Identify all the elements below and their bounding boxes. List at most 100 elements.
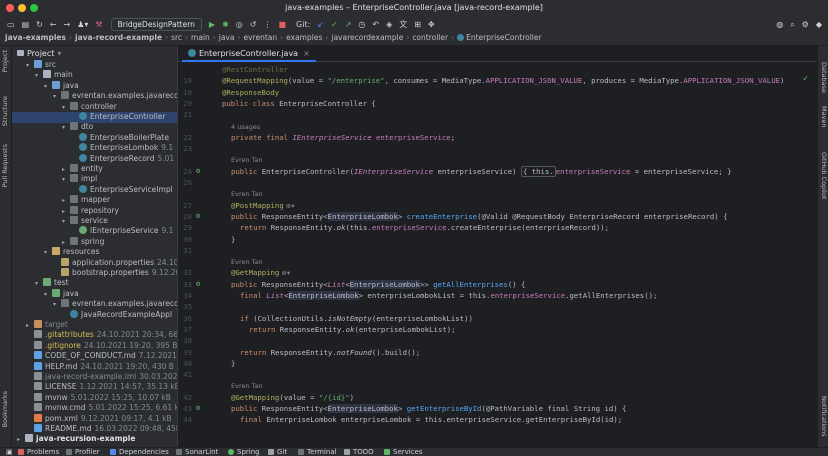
tree-item[interactable]: ▾ resources: [12, 247, 99, 258]
git-push-icon[interactable]: ↗: [345, 20, 352, 29]
spring-bean-gutter-icon[interactable]: ⚙: [196, 279, 200, 290]
breadcrumb-item[interactable]: controller: [412, 33, 448, 42]
code-line[interactable]: Evren Tan: [178, 154, 817, 165]
sync-icon[interactable]: ↻: [36, 20, 43, 29]
tree-item[interactable]: ▾ test: [12, 278, 68, 289]
spring-bean-gutter-icon[interactable]: ⚙: [196, 211, 200, 222]
breadcrumb-item[interactable]: main: [191, 33, 210, 42]
services-tab[interactable]: Services: [384, 448, 423, 456]
git-rollback-icon[interactable]: ↶: [372, 20, 379, 29]
breadcrumb-item[interactable]: java-examples: [5, 33, 66, 42]
tree-item[interactable]: CODE_OF_CONDUCT.md7.12.2021 1: [12, 351, 177, 362]
users-icon[interactable]: ♟▾: [77, 20, 88, 29]
tree-item[interactable]: ▾ java: [12, 80, 79, 92]
annotate-icon[interactable]: ◈: [386, 20, 392, 29]
code-line[interactable]: 43 ⚙ public ResponseEntity<EnterpriseLombo…: [178, 403, 817, 414]
profiler-tab[interactable]: Profiler: [66, 448, 100, 456]
code-line[interactable]: 22 private final IEnterpriseService enter…: [178, 132, 817, 143]
open-folder-icon[interactable]: ▭: [7, 20, 15, 29]
endpoint-link-icon[interactable]: ⊕▾: [279, 269, 290, 277]
code-line[interactable]: Evren Tan: [178, 256, 817, 267]
tree-item[interactable]: EnterpriseBoilerPlate: [12, 132, 169, 144]
git-tab[interactable]: Git: [268, 448, 287, 456]
tree-item[interactable]: ▸ spring: [12, 236, 104, 248]
code-editor[interactable]: EnterpriseController.java × ✓ @RestContro…: [177, 46, 817, 447]
github-copilot-tool-tab[interactable]: GitHub Copilot: [820, 152, 828, 199]
endpoint-link-icon[interactable]: ⊕▾: [284, 202, 295, 210]
tree-item[interactable]: ▾ evrentan.examples.javarecord: [12, 299, 177, 310]
breadcrumb-item[interactable]: EnterpriseController: [466, 33, 541, 42]
stop-icon[interactable]: ■: [278, 20, 286, 29]
code-line[interactable]: 40}: [178, 358, 817, 369]
save-icon[interactable]: ▤: [22, 20, 30, 29]
build-hammer-icon[interactable]: ⚒: [95, 20, 102, 29]
run-configuration-select[interactable]: BridgeDesignPattern: [110, 18, 202, 31]
bookmarks-tool-tab[interactable]: Bookmarks: [1, 391, 9, 427]
code-line[interactable]: Evren Tan: [178, 188, 817, 199]
terminal-tab[interactable]: Terminal: [298, 448, 337, 456]
tree-item[interactable]: bootstrap.properties9.12.20: [12, 268, 177, 279]
git-history-icon[interactable]: ◷: [358, 20, 365, 29]
tab-enterprise-controller[interactable]: EnterpriseController.java ×: [182, 46, 316, 62]
plugins-icon[interactable]: ✥: [428, 20, 435, 29]
code-line[interactable]: 31: [178, 245, 817, 256]
code-line[interactable]: Evren Tan: [178, 380, 817, 391]
tree-item[interactable]: EnterpriseServiceImpl: [12, 184, 173, 196]
code-line[interactable]: 4 usages: [178, 121, 817, 132]
breadcrumb-item[interactable]: examples: [286, 33, 322, 42]
jetbrains-logo-icon[interactable]: ◆: [816, 20, 822, 29]
tree-item[interactable]: EnterpriseController: [12, 112, 177, 123]
tree-item[interactable]: ▾ controller: [12, 101, 117, 113]
code-line[interactable]: 42 @GetMapping(value = "/{id}"): [178, 392, 817, 403]
code-line[interactable]: 32 @GetMapping ⊕▾: [178, 267, 817, 278]
tree-item[interactable]: mvnw.cmd 5.01.2022 15:25, 6.61 kB: [12, 403, 177, 414]
code-line[interactable]: 23: [178, 143, 817, 154]
tree-item[interactable]: .gitattributes 24.10.2021 20:34, 66 B: [12, 330, 177, 341]
tree-item[interactable]: EnterpriseRecord 5.01: [12, 153, 174, 165]
tree-item[interactable]: JavaRecordExampleAppl: [12, 309, 172, 321]
tree-item[interactable]: EnterpriseLombok 9.1: [12, 143, 173, 154]
tree-item[interactable]: ▾ src: [12, 60, 56, 71]
chevron-right-icon[interactable]: ▸: [17, 435, 25, 446]
coverage-icon[interactable]: ◎: [236, 20, 243, 29]
copilot-icon[interactable]: ◍: [776, 20, 783, 29]
code-line[interactable]: 30}: [178, 234, 817, 245]
code-line[interactable]: 27 @PostMapping ⊕▾: [178, 200, 817, 211]
code-line[interactable]: @RestController: [178, 64, 817, 75]
settings-gear-icon[interactable]: ⚙: [802, 20, 809, 29]
close-tab-icon[interactable]: ×: [303, 49, 310, 58]
toggle-panel-icon[interactable]: ▣: [6, 448, 13, 456]
tree-item[interactable]: mvnw 5.01.2022 15:25, 10.07 kB: [12, 392, 171, 404]
todo-tab[interactable]: TODO: [344, 448, 374, 456]
run-icon[interactable]: ▶: [209, 20, 215, 29]
tree-item[interactable]: ▾ impl: [12, 174, 97, 185]
more-run-icon[interactable]: ⋮: [263, 20, 271, 29]
breadcrumb-item[interactable]: java-record-example: [75, 33, 162, 42]
tree-item[interactable]: README.md16.03.2022 09:48, 458 B: [12, 424, 177, 435]
project-panel-header[interactable]: Project ▾: [12, 46, 177, 60]
code-line[interactable]: 21: [178, 109, 817, 120]
code-line[interactable]: 33 ⚙ public ResponseEntity<List<Enterprise…: [178, 279, 817, 290]
breadcrumb-item[interactable]: evrentan: [244, 33, 278, 42]
debug-icon[interactable]: ✱: [222, 20, 229, 29]
code-line[interactable]: 29 return ResponseEntity.ok(this.enterpri…: [178, 222, 817, 233]
tree-item[interactable]: HELP.md 24.10.2021 19:20, 430 B: [12, 361, 174, 373]
code-line[interactable]: 38: [178, 335, 817, 346]
tree-item[interactable]: IEnterpriseService 9.1: [12, 226, 173, 237]
code-line[interactable]: 37 return ResponseEntity.ok(enterpriseLom…: [178, 324, 817, 335]
code-line[interactable]: 28 ⚙ public ResponseEntity<EnterpriseLombo…: [178, 211, 817, 222]
pull-requests-tool-tab[interactable]: Pull Requests: [1, 144, 9, 187]
git-update-icon[interactable]: ↙: [317, 20, 324, 29]
tree-item[interactable]: .gitignore 24.10.2021 19:20, 395 B: [12, 340, 177, 352]
tree-item[interactable]: ▾ evrentan.examples.javarecord: [12, 91, 177, 102]
spring-tab[interactable]: Spring: [228, 448, 260, 456]
tree-item[interactable]: ▾ main: [12, 70, 73, 81]
hierarchy-icon[interactable]: ⊞: [414, 20, 421, 29]
code-line[interactable]: 18 @RequestMapping(value = "/enterprise",…: [178, 75, 817, 86]
tree-item[interactable]: application.properties 24.10: [12, 257, 177, 269]
dependencies-tab[interactable]: Dependencies: [110, 448, 169, 456]
tree-item[interactable]: ▸ mapper: [12, 195, 110, 206]
tree-item[interactable]: ▾ java: [12, 288, 79, 300]
tree-item[interactable]: ▾ dto: [12, 122, 93, 133]
sonarlint-tab[interactable]: SonarLint: [176, 448, 218, 456]
